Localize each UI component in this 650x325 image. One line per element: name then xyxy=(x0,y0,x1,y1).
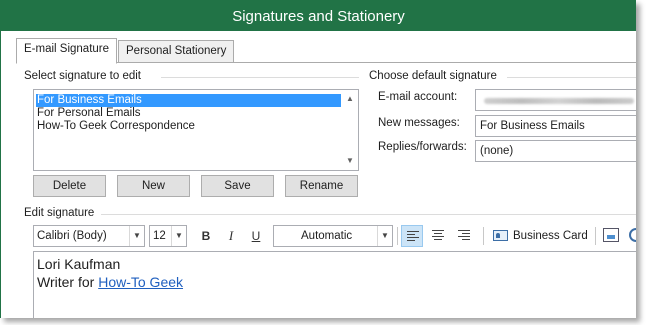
toolbar-separator xyxy=(397,227,398,245)
tab-personal-stationery[interactable]: Personal Stationery xyxy=(118,40,235,63)
toolbar-separator xyxy=(483,227,484,245)
signature-list-item[interactable]: How-To Geek Correspondence xyxy=(36,120,195,133)
font-color-select[interactable]: Automatic ▼ xyxy=(273,225,393,247)
underline-button[interactable]: U xyxy=(245,225,267,247)
replies-forwards-select[interactable]: (none) xyxy=(475,140,636,162)
new-button[interactable]: New xyxy=(117,175,190,197)
business-card-label: Business Card xyxy=(513,230,588,242)
default-signature-heading: Choose default signature xyxy=(369,70,497,82)
align-left-button[interactable] xyxy=(401,225,423,247)
signature-editor[interactable]: Lori Kaufman Writer for How-To Geek xyxy=(33,251,636,318)
signature-list-item[interactable]: For Business Emails xyxy=(36,94,341,107)
scroll-down-icon[interactable]: ▼ xyxy=(342,153,358,169)
window-title: Signatures and Stationery xyxy=(232,8,405,25)
rename-button[interactable]: Rename xyxy=(285,175,358,197)
font-size-value: 12 xyxy=(153,230,166,242)
align-right-icon xyxy=(458,230,470,241)
select-signature-heading: Select signature to edit xyxy=(24,70,141,82)
bold-button[interactable]: B xyxy=(195,225,217,247)
email-account-select[interactable] xyxy=(475,89,636,111)
signature-list-item[interactable]: For Personal Emails xyxy=(36,107,141,120)
new-messages-label: New messages: xyxy=(378,117,460,129)
font-select[interactable]: Calibri (Body) ▼ xyxy=(33,225,145,247)
redacted-account xyxy=(484,98,634,104)
scroll-up-icon[interactable]: ▲ xyxy=(342,91,358,107)
default-signature-rule xyxy=(507,77,636,78)
email-account-label: E-mail account: xyxy=(378,91,458,103)
align-right-button[interactable] xyxy=(453,225,475,247)
align-center-icon xyxy=(432,230,444,241)
font-color-value: Automatic xyxy=(301,230,353,242)
chevron-down-icon[interactable]: ▼ xyxy=(129,226,144,246)
align-center-button[interactable] xyxy=(427,225,449,247)
chevron-down-icon[interactable]: ▼ xyxy=(377,226,392,246)
replies-forwards-label: Replies/forwards: xyxy=(378,141,467,153)
signature-name: Lori Kaufman xyxy=(37,256,121,272)
align-left-icon xyxy=(407,231,419,242)
italic-button[interactable]: I xyxy=(220,225,242,247)
signature-title-line: Writer for How-To Geek xyxy=(37,274,183,290)
business-card-icon xyxy=(493,230,508,241)
tab-strip: E-mail Signature Personal Stationery xyxy=(1,31,636,64)
new-messages-select[interactable]: For Business Emails xyxy=(475,115,636,137)
signatures-dialog: Signatures and Stationery E-mail Signatu… xyxy=(0,0,636,318)
font-size-select[interactable]: 12 ▼ xyxy=(149,225,187,247)
signature-list[interactable]: For Business Emails For Personal Emails … xyxy=(33,89,359,171)
insert-picture-icon[interactable] xyxy=(603,228,619,242)
tab-email-signature[interactable]: E-mail Signature xyxy=(16,38,118,64)
edit-signature-heading: Edit signature xyxy=(24,207,95,219)
title-bar[interactable]: Signatures and Stationery xyxy=(1,1,636,31)
signature-link[interactable]: How-To Geek xyxy=(98,274,183,290)
hyperlink-icon[interactable] xyxy=(629,228,636,242)
edit-signature-rule xyxy=(101,214,636,215)
save-button[interactable]: Save xyxy=(201,175,274,197)
chevron-down-icon[interactable]: ▼ xyxy=(171,226,186,246)
format-toolbar: Calibri (Body) ▼ 12 ▼ B I U Automatic ▼ … xyxy=(33,225,636,249)
delete-button[interactable]: Delete xyxy=(33,175,106,197)
list-scrollbar[interactable]: ▲ ▼ xyxy=(342,90,358,170)
toolbar-separator xyxy=(595,227,596,245)
select-signature-rule xyxy=(161,77,359,78)
font-value: Calibri (Body) xyxy=(37,230,107,242)
signature-title-prefix: Writer for xyxy=(37,274,95,290)
